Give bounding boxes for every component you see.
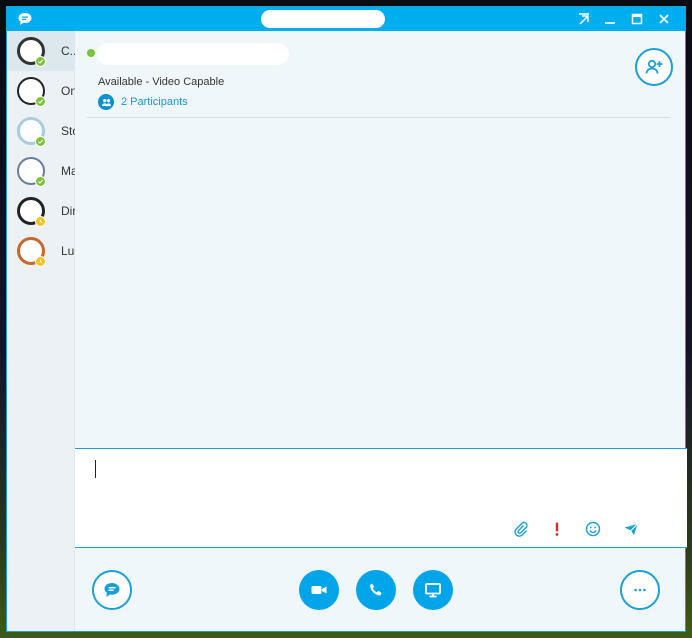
contact-name: On <box>61 84 75 98</box>
window-title <box>261 10 385 28</box>
attach-icon <box>514 521 528 537</box>
contact-name: Ma <box>61 164 75 178</box>
contact-name: Dir <box>61 204 75 218</box>
participants-icon <box>98 94 114 110</box>
status-away-icon <box>35 256 46 267</box>
header-divider <box>87 117 671 118</box>
attach-button[interactable] <box>511 519 531 539</box>
skype-chat-icon <box>17 11 33 27</box>
high-importance-icon <box>555 522 559 536</box>
status-available-icon <box>35 136 46 147</box>
im-icon <box>104 583 120 597</box>
phone-icon <box>370 583 382 596</box>
minimize-button[interactable] <box>597 7 623 31</box>
contact-item[interactable]: Dir <box>7 191 75 231</box>
contact-item[interactable]: Sto <box>7 111 75 151</box>
more-options-button[interactable] <box>620 570 660 610</box>
conversation-title <box>97 43 289 65</box>
conversation-window: C... On Sto Ma Dir Luc <box>6 6 687 633</box>
message-input[interactable] <box>91 457 661 509</box>
im-button[interactable] <box>92 570 132 610</box>
contact-name: C... <box>61 44 75 58</box>
call-action-bar <box>75 548 687 633</box>
send-icon <box>624 523 638 535</box>
status-available-icon <box>35 96 46 107</box>
contact-name: Luc <box>61 244 75 258</box>
status-away-icon <box>35 216 46 227</box>
pin-to-top-button[interactable] <box>571 7 597 31</box>
presence-status-text: Available - Video Capable <box>98 76 225 88</box>
audio-call-button[interactable] <box>356 570 396 610</box>
maximize-icon <box>631 13 643 25</box>
share-screen-icon <box>425 583 441 598</box>
add-person-icon <box>645 59 663 74</box>
participants-label: 2 Participants <box>121 96 188 108</box>
title-bar[interactable] <box>7 7 685 31</box>
pin-to-top-icon <box>579 13 589 25</box>
contact-item[interactable]: Ma <box>7 151 75 191</box>
contacts-sidebar: C... On Sto Ma Dir Luc <box>7 31 75 631</box>
conversation-header: Available - Video Capable 2 Participants <box>75 31 687 117</box>
participants-link[interactable]: 2 Participants <box>98 93 188 111</box>
video-icon <box>311 586 327 594</box>
contact-item[interactable]: On <box>7 71 75 111</box>
contact-name: Sto <box>61 124 75 138</box>
message-compose-area[interactable] <box>75 448 687 548</box>
maximize-button[interactable] <box>624 7 650 31</box>
contact-item[interactable]: C... <box>7 31 75 71</box>
emoticon-button[interactable] <box>583 519 603 539</box>
share-screen-button[interactable] <box>413 570 453 610</box>
status-available-icon <box>35 56 46 67</box>
minimize-icon <box>605 22 615 24</box>
add-participant-button[interactable] <box>635 48 673 86</box>
presence-available-icon <box>87 49 95 57</box>
status-available-icon <box>35 176 46 187</box>
send-button[interactable] <box>621 519 641 539</box>
close-button[interactable] <box>651 7 677 31</box>
video-call-button[interactable] <box>299 570 339 610</box>
high-importance-button[interactable] <box>547 519 567 539</box>
emoticon-icon <box>585 521 601 537</box>
close-icon <box>659 14 669 24</box>
contact-item[interactable]: Luc <box>7 231 75 271</box>
more-options-icon <box>634 588 646 592</box>
